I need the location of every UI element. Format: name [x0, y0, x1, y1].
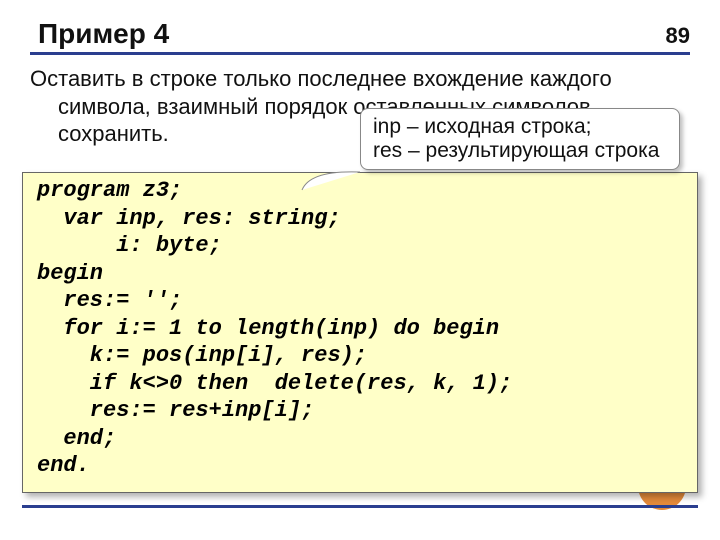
header: Пример 4 89: [30, 18, 690, 55]
callout-line: inp – исходная строка;: [373, 115, 667, 139]
variable-legend-callout: inp – исходная строка; res – результирую…: [360, 108, 680, 170]
callout-line: res – результирующая строка: [373, 139, 667, 163]
callout-pointer: [300, 168, 360, 192]
code-listing: program z3; var inp, res: string; i: byt…: [22, 172, 698, 493]
task-line: Оставить в строке только последнее вхожд…: [30, 66, 612, 91]
bottom-rule: [22, 505, 698, 508]
page-number: 89: [666, 23, 690, 49]
page-title: Пример 4: [38, 18, 169, 50]
